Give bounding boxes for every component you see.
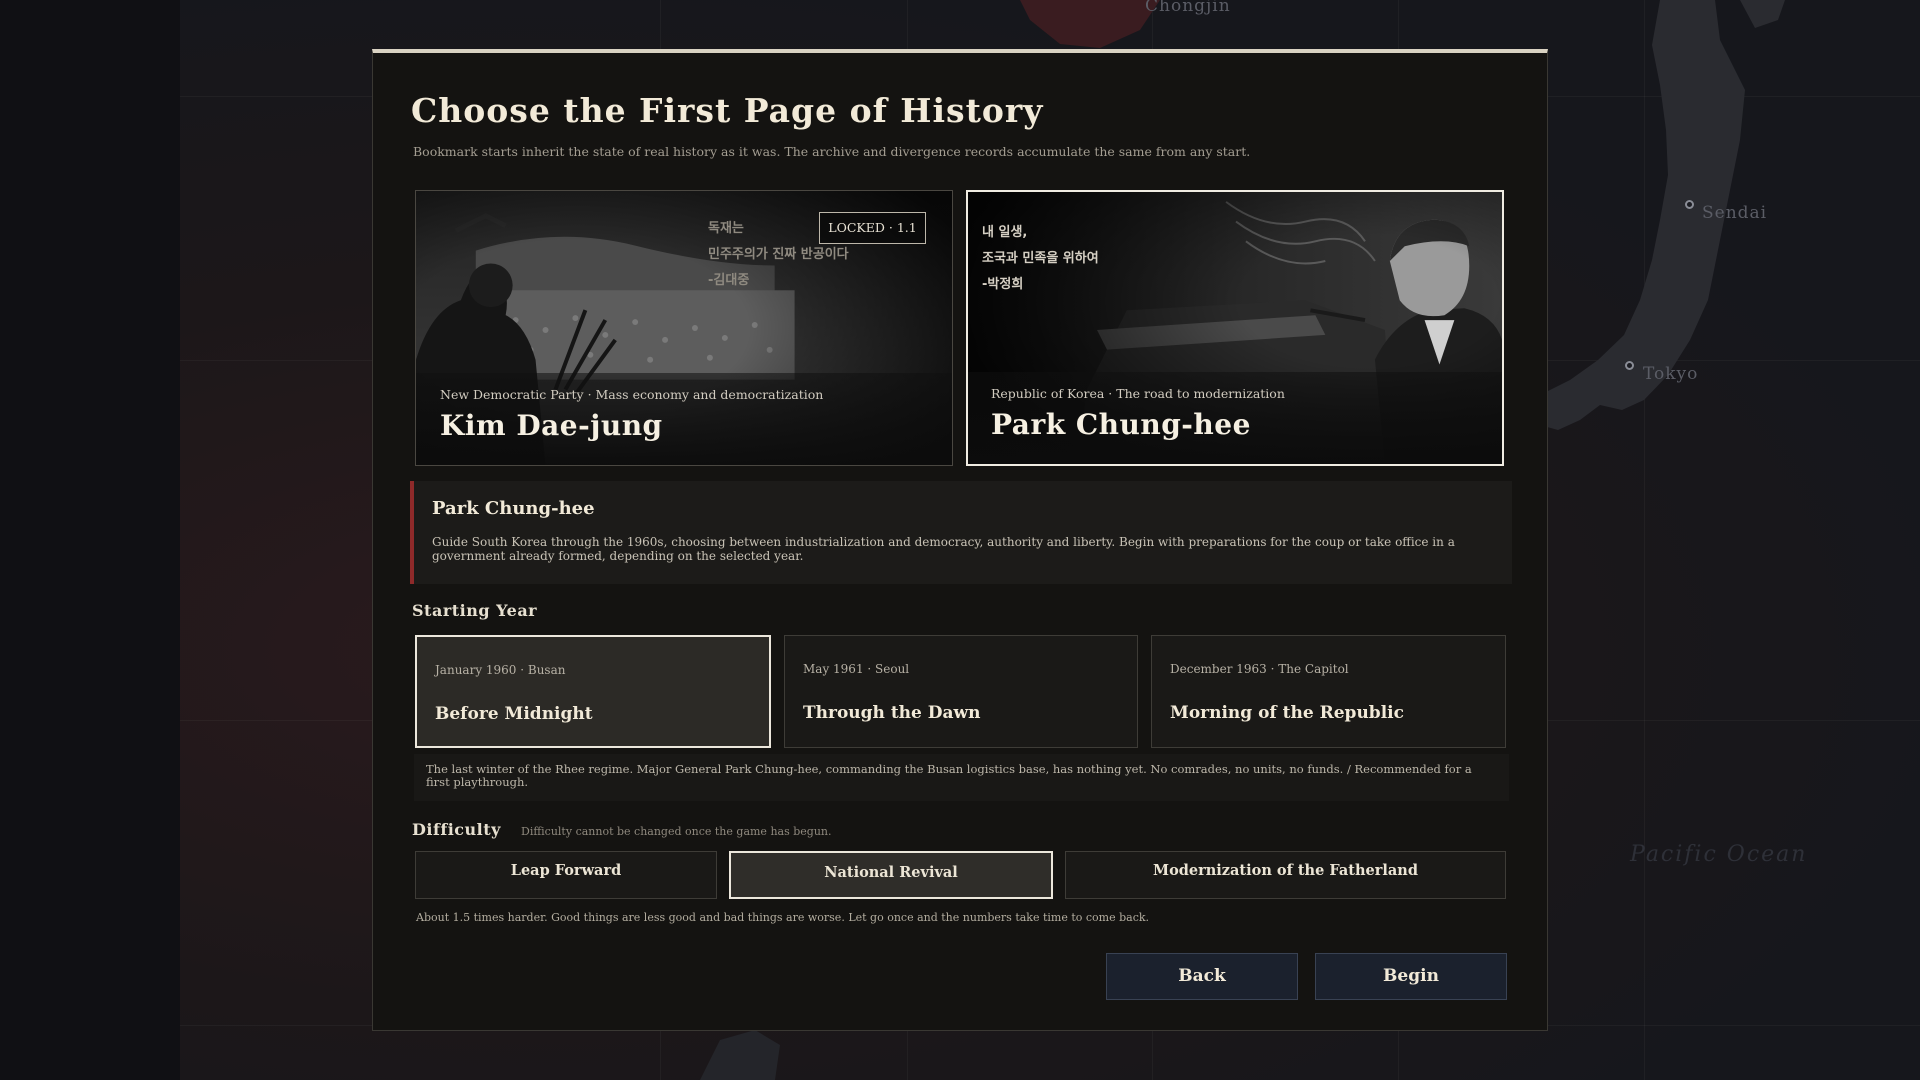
year-title: Through the Dawn xyxy=(803,703,981,723)
start-selection-modal: Choose the First Page of History Bookmar… xyxy=(372,49,1548,1031)
difficulty-leap-forward-button[interactable]: Leap Forward xyxy=(415,851,717,899)
leader-name: Park Chung-hee xyxy=(991,408,1251,441)
city-marker-icon xyxy=(1685,200,1694,209)
year-description-panel: The last winter of the Rhee regime. Majo… xyxy=(414,754,1509,801)
year-title: Morning of the Republic xyxy=(1170,703,1404,723)
year-meta: May 1961 · Seoul xyxy=(803,662,910,676)
modal-subtitle: Bookmark starts inherit the state of rea… xyxy=(413,144,1251,159)
map-label-ocean: Pacific Ocean xyxy=(1630,842,1808,867)
year-option-january-1960[interactable]: January 1960 · Busan Before Midnight xyxy=(415,635,771,748)
leader-name: Kim Dae-jung xyxy=(440,409,663,442)
modal-title: Choose the First Page of History xyxy=(411,91,1044,130)
leader-description-title: Park Chung-hee xyxy=(432,498,595,519)
begin-button[interactable]: Begin xyxy=(1315,953,1507,1000)
year-option-may-1961[interactable]: May 1961 · Seoul Through the Dawn xyxy=(784,635,1138,748)
leader-description-panel: Park Chung-hee Guide South Korea through… xyxy=(410,481,1512,584)
year-description: The last winter of the Rhee regime. Majo… xyxy=(426,762,1472,789)
korea-landmass xyxy=(1020,0,1160,48)
back-button[interactable]: Back xyxy=(1106,953,1298,1000)
year-option-december-1963[interactable]: December 1963 · The Capitol Morning of t… xyxy=(1151,635,1506,748)
map-label-tokyo: Tokyo xyxy=(1643,364,1699,384)
leader-meta: New Democratic Party · Mass economy and … xyxy=(440,387,824,402)
background-left-shade xyxy=(0,0,180,1080)
year-meta: December 1963 · The Capitol xyxy=(1170,662,1349,676)
year-meta: January 1960 · Busan xyxy=(435,663,566,677)
leader-meta: Republic of Korea · The road to moderniz… xyxy=(991,386,1285,401)
locked-badge: LOCKED · 1.1 xyxy=(819,212,926,244)
leader-quote: 내 일생, 조국과 민족을 위하여 -박정희 xyxy=(982,225,1099,292)
japan-landmass xyxy=(1540,0,1785,430)
difficulty-description: About 1.5 times harder. Good things are … xyxy=(416,911,1150,924)
leader-card-kim-dae-jung[interactable]: 독재는 민주주의가 진짜 반공이다 -김대중 LOCKED · 1.1 New … xyxy=(415,190,953,466)
year-title: Before Midnight xyxy=(435,704,593,724)
difficulty-modernization-button[interactable]: Modernization of the Fatherland xyxy=(1065,851,1506,899)
difficulty-label: Difficulty xyxy=(412,820,501,839)
difficulty-hint: Difficulty cannot be changed once the ga… xyxy=(521,825,832,838)
map-label-sendai: Sendai xyxy=(1702,203,1768,223)
leader-card-park-chung-hee[interactable]: 내 일생, 조국과 민족을 위하여 -박정희 Republic of Korea… xyxy=(966,190,1504,466)
leader-description-body: Guide South Korea through the 1960s, cho… xyxy=(432,535,1455,563)
map-label-chongjin: Chongjin xyxy=(1145,0,1231,16)
difficulty-national-revival-button[interactable]: National Revival xyxy=(729,851,1053,899)
starting-year-label: Starting Year xyxy=(412,601,538,620)
city-marker-icon xyxy=(1625,361,1634,370)
